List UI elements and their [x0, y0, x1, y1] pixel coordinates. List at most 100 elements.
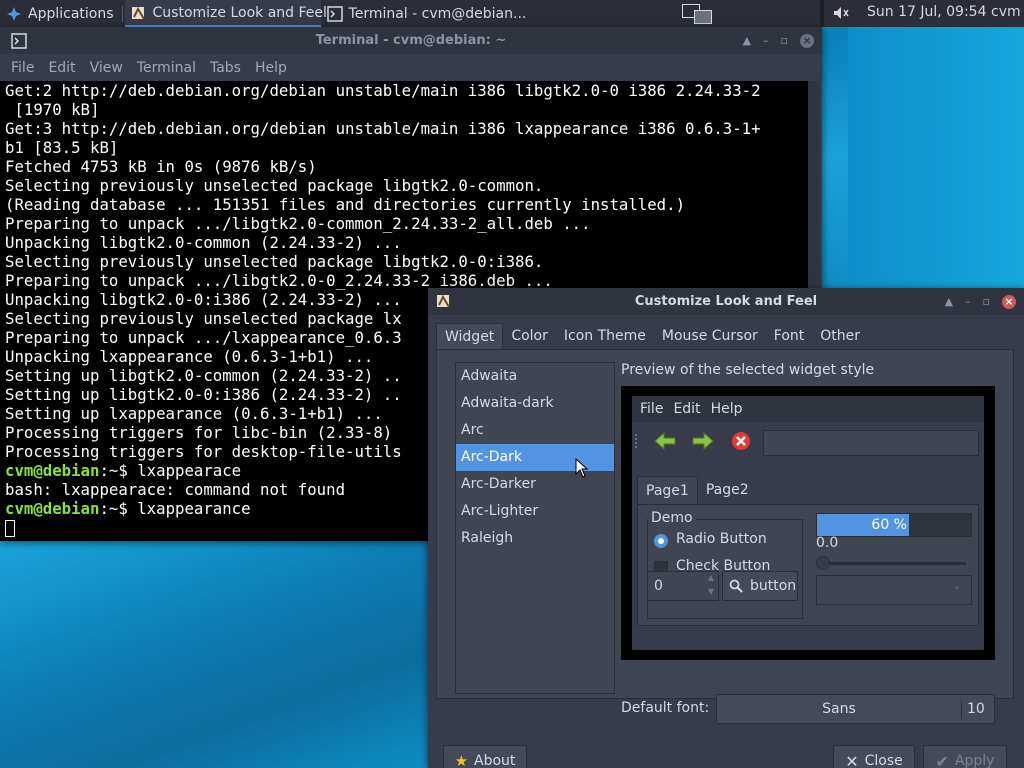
preview-button-label: button: [750, 578, 797, 594]
tab-font[interactable]: Font: [766, 323, 812, 349]
demo-frame: Demo Radio Button Check Button: [647, 510, 803, 619]
about-label: About: [474, 753, 516, 768]
workspace-switcher[interactable]: [680, 2, 716, 25]
preview-window: File Edit Help Page1 Page2 Demo Radio Bu…: [632, 396, 984, 650]
dialog-content: Widget Color Icon Theme Mouse Cursor Fon…: [428, 315, 1024, 768]
maximize-icon[interactable]: ▫: [983, 295, 990, 308]
mouse-pointer-icon: [575, 457, 589, 482]
menu-edit[interactable]: Edit: [41, 60, 82, 76]
terminal-icon: [326, 5, 343, 22]
preview-button[interactable]: button: [722, 571, 798, 601]
theme-list[interactable]: Adwaita Adwaita-dark Arc Arc-Dark Arc-Da…: [455, 362, 615, 694]
menu-help[interactable]: Help: [248, 60, 294, 76]
toolbar-grip-icon: [635, 434, 638, 448]
tab-icon-theme[interactable]: Icon Theme: [556, 323, 654, 349]
preview-tab-pane: Demo Radio Button Check Button 0 ▲ ▼ but…: [637, 504, 979, 626]
maximize-icon[interactable]: ▫: [781, 34, 788, 47]
theme-item-adwaita-dark[interactable]: Adwaita-dark: [456, 390, 614, 417]
spin-up-icon[interactable]: ▲: [708, 573, 714, 582]
desktop-background: [0, 540, 430, 768]
slider-track[interactable]: [820, 562, 966, 565]
preview-menu-file[interactable]: File: [635, 401, 668, 417]
terminal-line: Selecting previously unselected package …: [5, 176, 544, 195]
applications-menu[interactable]: Applications: [0, 0, 120, 27]
theme-item-adwaita[interactable]: Adwaita: [456, 363, 614, 390]
theme-item-arc-dark[interactable]: Arc-Dark: [456, 444, 614, 471]
tab-color[interactable]: Color: [503, 323, 556, 349]
tab-mouse-cursor[interactable]: Mouse Cursor: [654, 323, 766, 349]
close-icon[interactable]: ×: [1002, 294, 1016, 309]
about-button[interactable]: ★ About: [443, 745, 527, 768]
demo-legend: Demo: [648, 510, 696, 526]
spin-button[interactable]: 0 ▲ ▼: [647, 571, 719, 601]
preview-entry[interactable]: [763, 430, 979, 456]
preview-menu-edit[interactable]: Edit: [668, 401, 705, 417]
tab-other[interactable]: Other: [812, 323, 868, 349]
close-x-icon: ✕: [845, 751, 859, 768]
applications-label: Applications: [28, 5, 114, 22]
widget-preview: File Edit Help Page1 Page2 Demo Radio Bu…: [621, 386, 995, 660]
close-icon[interactable]: ×: [800, 33, 814, 48]
terminal-cursor: [5, 520, 15, 537]
terminal-titlebar[interactable]: Terminal - cvm@debian: ~ ▲ – ▫ ×: [0, 27, 822, 54]
apply-label: Apply: [954, 753, 995, 768]
preview-menu-help[interactable]: Help: [706, 401, 748, 417]
volume-muted-icon[interactable]: [832, 5, 850, 25]
preview-menubar: File Edit Help: [632, 396, 984, 422]
default-font-row: Default font: Sans 10: [621, 694, 995, 724]
terminal-title: Terminal - cvm@debian: ~: [315, 33, 507, 48]
taskbar-item-terminal[interactable]: Terminal - cvm@debian...: [321, 0, 526, 27]
customize-dialog: Customize Look and Feel ▲ – ▫ × Widget C…: [428, 288, 1024, 768]
spin-down-icon[interactable]: ▼: [708, 587, 714, 596]
tab-widget[interactable]: Widget: [436, 323, 504, 349]
stop-icon[interactable]: [731, 431, 751, 455]
clock[interactable]: Sun 17 Jul, 09:54: [867, 4, 987, 20]
progress-bar: 60 %: [816, 513, 972, 537]
terminal-line: Get:2 http://deb.debian.org/debian unsta…: [5, 81, 761, 100]
preview-label: Preview of the selected widget style: [621, 362, 875, 378]
combo-box[interactable]: ⌄: [816, 575, 972, 605]
spin-value: 0: [654, 578, 663, 594]
panel-gap: [820, 0, 824, 27]
font-chooser-button[interactable]: Sans 10: [716, 694, 995, 724]
terminal-line: Selecting previously unselected package …: [5, 252, 544, 271]
theme-item-raleigh[interactable]: Raleigh: [456, 525, 614, 552]
terminal-line: Fetched 4753 kB in 0s (9876 kB/s): [5, 157, 317, 176]
menu-tabs[interactable]: Tabs: [203, 60, 248, 76]
close-button[interactable]: ✕ Close: [833, 745, 915, 768]
minimize-icon[interactable]: –: [763, 34, 769, 47]
preview-tab-page2[interactable]: Page2: [698, 476, 757, 504]
preview-tab-page1[interactable]: Page1: [637, 476, 698, 504]
back-arrow-icon[interactable]: [654, 431, 676, 455]
font-name: Sans: [822, 701, 856, 717]
desktop-streak: [848, 27, 1024, 289]
user-name[interactable]: cvm: [991, 4, 1021, 20]
theme-item-arc[interactable]: Arc: [456, 417, 614, 444]
terminal-line: Get:3 http://deb.debian.org/debian unsta…: [5, 119, 761, 138]
slider-knob[interactable]: [816, 556, 830, 570]
apply-button[interactable]: ✔ Apply: [923, 745, 1007, 768]
close-label: Close: [864, 753, 903, 768]
applications-icon: [6, 6, 22, 22]
theme-item-arc-darker[interactable]: Arc-Darker: [456, 471, 614, 498]
shade-icon[interactable]: ▲: [945, 295, 953, 308]
menu-file[interactable]: File: [4, 60, 41, 76]
dialog-title: Customize Look and Feel: [634, 294, 818, 309]
radio-button[interactable]: [654, 534, 668, 548]
panel-separator: [121, 5, 123, 22]
terminal-line: Preparing to unpack .../libgtk2.0-common…: [5, 214, 591, 233]
menu-view[interactable]: View: [83, 60, 130, 76]
dialog-titlebar[interactable]: Customize Look and Feel ▲ – ▫ ×: [428, 288, 1024, 315]
forward-arrow-icon[interactable]: [692, 431, 714, 455]
preview-toolbar: [632, 422, 984, 460]
menu-terminal[interactable]: Terminal: [130, 60, 203, 76]
theme-item-arc-lighter[interactable]: Arc-Lighter: [456, 498, 614, 525]
slider-value: 0.0: [816, 535, 839, 551]
terminal-line: (Reading database ... 151351 files and d…: [5, 195, 686, 214]
radio-button-label: Radio Button: [676, 531, 767, 547]
taskbar-item-customize[interactable]: Customize Look and Feel: [124, 0, 327, 27]
preview-tabs: Page1 Page2: [637, 476, 757, 504]
shade-icon[interactable]: ▲: [743, 34, 751, 47]
terminal-line: Unpacking libgtk2.0-common (2.24.33-2) .…: [5, 233, 402, 252]
minimize-icon[interactable]: –: [965, 295, 971, 308]
